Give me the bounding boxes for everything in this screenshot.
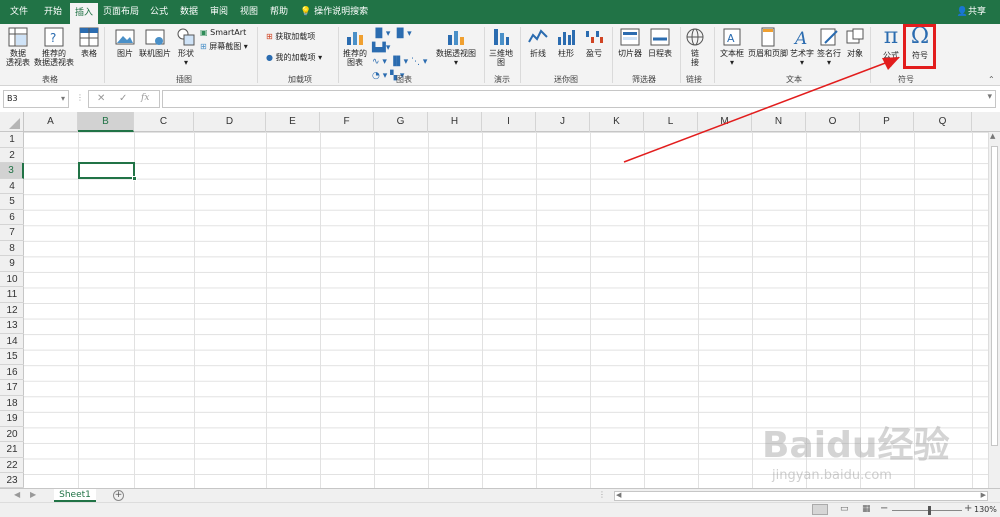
scroll-left-icon[interactable]: ◀ — [14, 490, 20, 499]
zoom-slider-thumb[interactable] — [928, 506, 931, 515]
status-bar: ▭ ▦ − + 130% — [0, 502, 1000, 517]
tab-split-icon[interactable]: ⋮ — [598, 490, 606, 499]
horizontal-scrollbar[interactable]: ◀ ▶ — [614, 491, 988, 501]
annotation-arrow — [623, 57, 900, 163]
zoom-slider[interactable] — [892, 510, 962, 511]
page-break-view-icon[interactable]: ▦ — [862, 504, 871, 514]
sheet-tabs-row: ◀ ▶ Sheet1 + ⋮ ◀ ▶ — [0, 488, 1000, 502]
zoom-in-icon[interactable]: + — [964, 503, 972, 514]
zoom-out-icon[interactable]: − — [880, 503, 888, 514]
scroll-right-icon[interactable]: ▶ — [981, 491, 986, 499]
page-layout-view-icon[interactable]: ▭ — [840, 504, 849, 514]
add-sheet-plus-icon[interactable]: + — [113, 490, 124, 501]
scroll-left-icon[interactable]: ◀ — [616, 491, 621, 499]
sheet-tab-sheet1[interactable]: Sheet1 — [54, 489, 96, 502]
zoom-level[interactable]: 130% — [974, 505, 997, 514]
scroll-right-icon[interactable]: ▶ — [30, 490, 36, 499]
normal-view-icon[interactable] — [812, 504, 828, 515]
